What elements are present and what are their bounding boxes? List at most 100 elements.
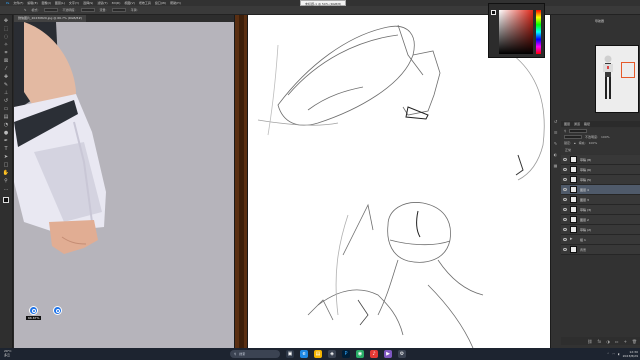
reference-photo-canvas[interactable]: 66.67% <box>14 22 234 348</box>
delete-layer-icon[interactable]: 🗑︎ <box>632 339 637 344</box>
chat-app-icon[interactable]: ◉ <box>356 350 364 358</box>
navigator-view-frame[interactable] <box>621 62 635 78</box>
quick-select-icon[interactable]: ✧ <box>3 43 10 48</box>
menu-3d[interactable]: 3D(D) <box>112 1 121 5</box>
filter-kind-icon[interactable]: ⚲ <box>564 129 566 133</box>
menu-layer[interactable]: 图层(L) <box>55 1 65 5</box>
blend-mode-select[interactable]: 正常 <box>564 135 582 152</box>
eraser-tool-icon[interactable]: ▭ <box>3 107 10 112</box>
layer-group-row[interactable]: ▸ 组 1 <box>561 235 640 245</box>
music-app-icon[interactable]: ♪ <box>370 350 378 358</box>
menu-file[interactable]: 文件(F) <box>13 1 23 5</box>
hue-slider[interactable] <box>536 10 541 54</box>
menu-help[interactable]: 帮助(H) <box>170 1 181 5</box>
file-explorer-icon[interactable]: ▤ <box>314 350 322 358</box>
weather-widget[interactable]: 29°C 多云 <box>4 349 20 359</box>
ps-logo[interactable]: Ps <box>6 1 9 5</box>
marquee-tool-icon[interactable]: ⬚ <box>3 27 10 32</box>
fx-icon[interactable]: fx <box>598 339 602 344</box>
tab-paths[interactable]: 路径 <box>584 122 590 126</box>
crop-tool-icon[interactable]: ⌗ <box>3 51 10 56</box>
visibility-eye-icon[interactable] <box>563 158 567 161</box>
history-brush-icon[interactable]: ↺ <box>3 99 10 104</box>
menu-image[interactable]: 图像(I) <box>42 1 51 5</box>
menu-type[interactable]: 文字(Y) <box>69 1 79 5</box>
dodge-tool-icon[interactable]: ● <box>3 131 10 136</box>
mode-select[interactable]: 正常 <box>43 8 58 25</box>
tab-reference-photo[interactable]: 微信图片_20230829.jpg @ 66.7% (RGB/8#) <box>14 15 86 22</box>
store-icon[interactable]: ◈ <box>328 350 336 358</box>
more-tools-icon[interactable]: … <box>3 187 10 192</box>
rectangle-tool-icon[interactable]: □ <box>3 163 10 168</box>
layer-row[interactable]: 草稿 (6) <box>561 165 640 175</box>
menu-window[interactable]: 窗口(W) <box>155 1 166 5</box>
browser-icon[interactable]: e <box>300 350 308 358</box>
hand-tool-icon[interactable]: ✋ <box>3 171 10 176</box>
tab-layers[interactable]: 图层 <box>564 122 570 126</box>
menu-edit[interactable]: 编辑(E) <box>27 1 37 5</box>
layer-row[interactable]: 图层 3 <box>561 195 640 205</box>
pen-tool-icon[interactable]: ✒ <box>3 139 10 144</box>
task-view-icon[interactable]: ▣ <box>286 350 294 358</box>
sketch-canvas[interactable] <box>248 15 550 348</box>
healing-brush-icon[interactable]: ✚ <box>3 75 10 80</box>
layer-row[interactable]: 草稿 (3) <box>561 205 640 215</box>
adjustments-panel-icon[interactable]: ◐ <box>554 152 558 157</box>
taskbar-clock[interactable]: 12:30 2023/8/29 <box>623 350 638 358</box>
brush-preset-icon[interactable]: ✎ <box>24 8 27 12</box>
lock-icon[interactable]: 🔒︎ <box>574 141 576 145</box>
settings-icon[interactable]: ⚙ <box>398 350 406 358</box>
network-icon[interactable]: ◠ <box>612 352 615 356</box>
frame-tool-icon[interactable]: ⊠ <box>3 59 10 64</box>
visibility-eye-icon[interactable] <box>563 198 567 201</box>
tab-channels[interactable]: 通道 <box>574 122 580 126</box>
brushes-panel-icon[interactable]: ✎ <box>554 141 557 146</box>
visibility-eye-icon[interactable] <box>563 188 567 191</box>
eyedropper-icon[interactable]: ⁄ <box>3 67 10 72</box>
video-app-icon[interactable]: ▶ <box>384 350 392 358</box>
visibility-eye-icon[interactable] <box>563 178 567 181</box>
floating-action-button-right[interactable] <box>53 306 62 315</box>
layer-filter-select[interactable] <box>569 129 588 133</box>
lasso-tool-icon[interactable]: ◌ <box>3 35 10 40</box>
type-tool-icon[interactable]: T <box>3 147 10 152</box>
volume-icon[interactable]: ◖ <box>618 352 620 356</box>
history-panel-icon[interactable]: ↺ <box>554 119 557 124</box>
new-layer-icon[interactable]: + <box>624 339 627 344</box>
photoshop-app-icon[interactable]: P <box>342 350 350 358</box>
tray-up-arrow-icon[interactable]: ⌃ <box>607 352 610 356</box>
layer-row[interactable]: 背景 <box>561 245 640 255</box>
menu-select[interactable]: 选择(S) <box>83 1 93 5</box>
visibility-eye-icon[interactable] <box>563 168 567 171</box>
opacity-field[interactable]: 100% <box>80 8 95 25</box>
color-picker-popup[interactable] <box>488 3 545 58</box>
link-layers-icon[interactable]: ⛓ <box>587 339 592 344</box>
brush-tool-icon[interactable]: ✎ <box>3 83 10 88</box>
taskbar-search[interactable]: ⚲ 搜索 <box>230 350 280 358</box>
visibility-eye-icon[interactable] <box>563 208 567 211</box>
flow-field[interactable]: 100% <box>111 8 126 25</box>
path-select-icon[interactable]: ➤ <box>3 155 10 160</box>
visibility-eye-icon[interactable] <box>563 218 567 221</box>
foreground-color-swatch[interactable] <box>3 197 9 203</box>
new-group-icon[interactable]: ▭ <box>615 339 619 344</box>
move-tool-icon[interactable]: ✥ <box>3 19 10 24</box>
visibility-eye-icon[interactable] <box>563 248 567 251</box>
layer-row[interactable]: 草稿 (2) <box>561 225 640 235</box>
zoom-tool-icon[interactable]: ⚲ <box>3 179 10 184</box>
floating-action-button-left[interactable] <box>29 306 38 315</box>
mask-icon[interactable]: ◑ <box>606 339 610 344</box>
menu-filter[interactable]: 滤镜(T) <box>97 1 107 5</box>
blur-tool-icon[interactable]: ◔ <box>3 123 10 128</box>
visibility-eye-icon[interactable] <box>563 228 567 231</box>
properties-panel-icon[interactable]: ☰ <box>554 130 558 135</box>
layer-row[interactable]: 草稿 (8) <box>561 155 640 165</box>
gradient-tool-icon[interactable]: ▤ <box>3 115 10 120</box>
menu-view[interactable]: 视图(V) <box>124 1 134 5</box>
menu-plugins[interactable]: 增效工具 <box>139 1 151 5</box>
saturation-value-field[interactable] <box>499 10 533 54</box>
clone-stamp-icon[interactable]: ⊥ <box>3 91 10 96</box>
layer-row-active[interactable]: 图层 4 <box>561 185 640 195</box>
navigator-preview[interactable] <box>595 45 639 113</box>
libraries-panel-icon[interactable]: ▦ <box>554 163 558 168</box>
